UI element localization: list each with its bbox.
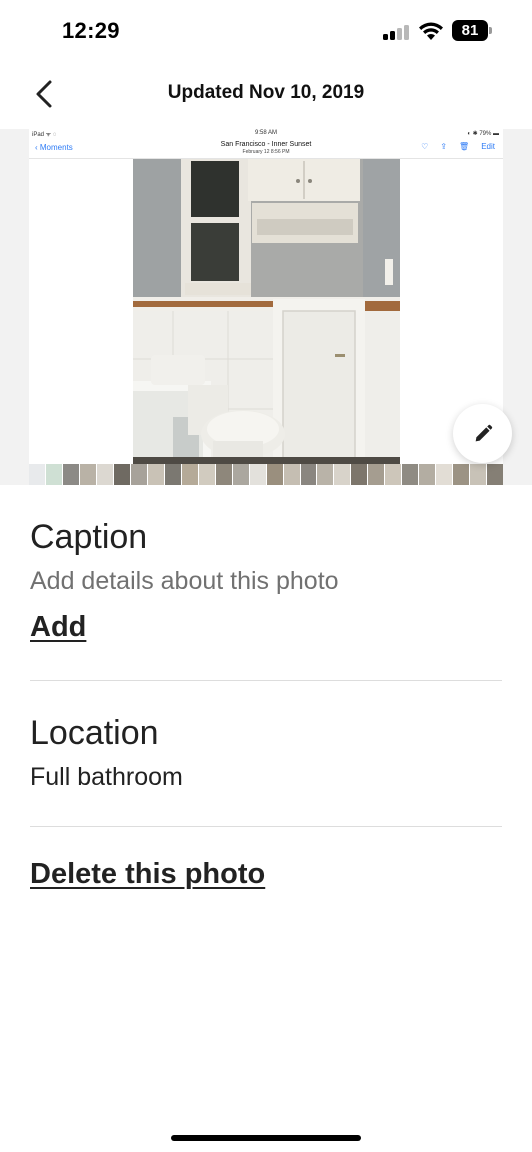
embedded-edit-label: Edit: [481, 142, 495, 151]
listing-photo: iPad ᯤ ◌ 9:58 AM ◐ ✱ 79% ▬ ‹ Moments San…: [29, 129, 503, 485]
add-caption-button[interactable]: Add: [30, 611, 86, 644]
battery-icon: 81: [452, 20, 492, 41]
embedded-status-bar: iPad ᯤ ◌ 9:58 AM ◐ ✱ 79% ▬: [29, 129, 503, 139]
page-title: Updated Nov 10, 2019: [167, 82, 365, 103]
divider: [30, 826, 502, 827]
signal-icon: [383, 24, 411, 40]
bathroom-image: [133, 159, 400, 464]
divider: [30, 680, 502, 681]
delete-photo-button[interactable]: Delete this photo: [30, 858, 265, 891]
header: Updated Nov 10, 2019: [0, 62, 532, 126]
embedded-nav-bar: ‹ Moments San Francisco - Inner Sunset F…: [29, 139, 503, 159]
caption-heading: Caption: [30, 518, 148, 556]
embedded-status-time: 9:58 AM: [254, 130, 277, 136]
embedded-toolbar: ♡ ⇪ 🗑 Edit: [421, 142, 495, 151]
status-bar: 12:29 81: [0, 0, 532, 62]
location-heading: Location: [30, 714, 159, 752]
caption-hint: Add details about this photo: [30, 567, 339, 595]
trash-icon: 🗑: [459, 142, 470, 151]
heart-icon: ♡: [421, 142, 429, 151]
status-time: 12:29: [62, 18, 120, 43]
embedded-status-right: ◐ ✱ 79% ▬: [467, 131, 499, 137]
share-icon: ⇪: [440, 142, 448, 151]
battery-level: 81: [461, 22, 479, 39]
thumbnail-strip: [29, 464, 503, 485]
home-indicator: [171, 1135, 361, 1141]
embedded-title: San Francisco - Inner Sunset: [220, 141, 312, 148]
edit-photo-button[interactable]: [453, 404, 512, 463]
wifi-icon: [419, 22, 443, 40]
pencil-icon: [475, 424, 492, 441]
location-value[interactable]: Full bathroom: [30, 763, 183, 792]
